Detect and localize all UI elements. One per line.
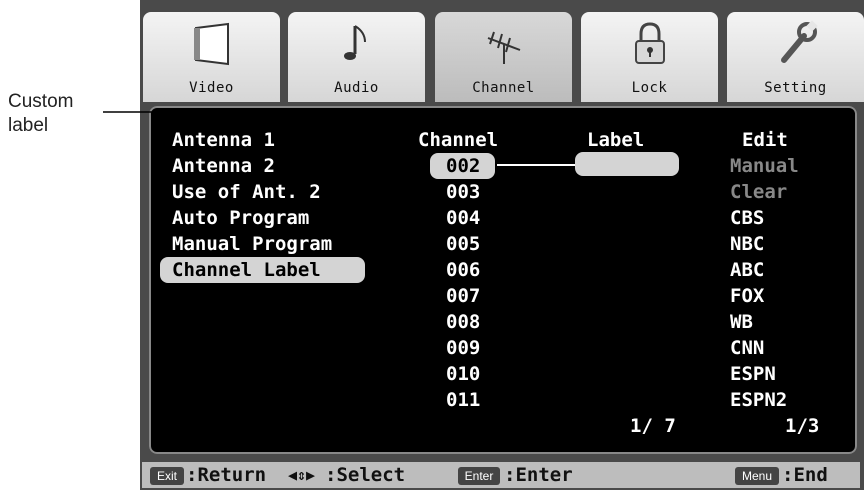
status-select-label: :Select — [325, 464, 406, 486]
status-end-label: :End — [782, 464, 828, 486]
menu-key-icon: Menu — [735, 467, 779, 485]
status-enter-label: :Enter — [504, 464, 573, 486]
callout-leader-line — [103, 111, 575, 166]
left-right-arrows-icon: ◀⇕▶ — [288, 466, 316, 484]
status-return-label: :Return — [186, 464, 267, 486]
enter-key-icon: Enter — [458, 467, 500, 485]
exit-key-icon: Exit — [150, 467, 184, 485]
